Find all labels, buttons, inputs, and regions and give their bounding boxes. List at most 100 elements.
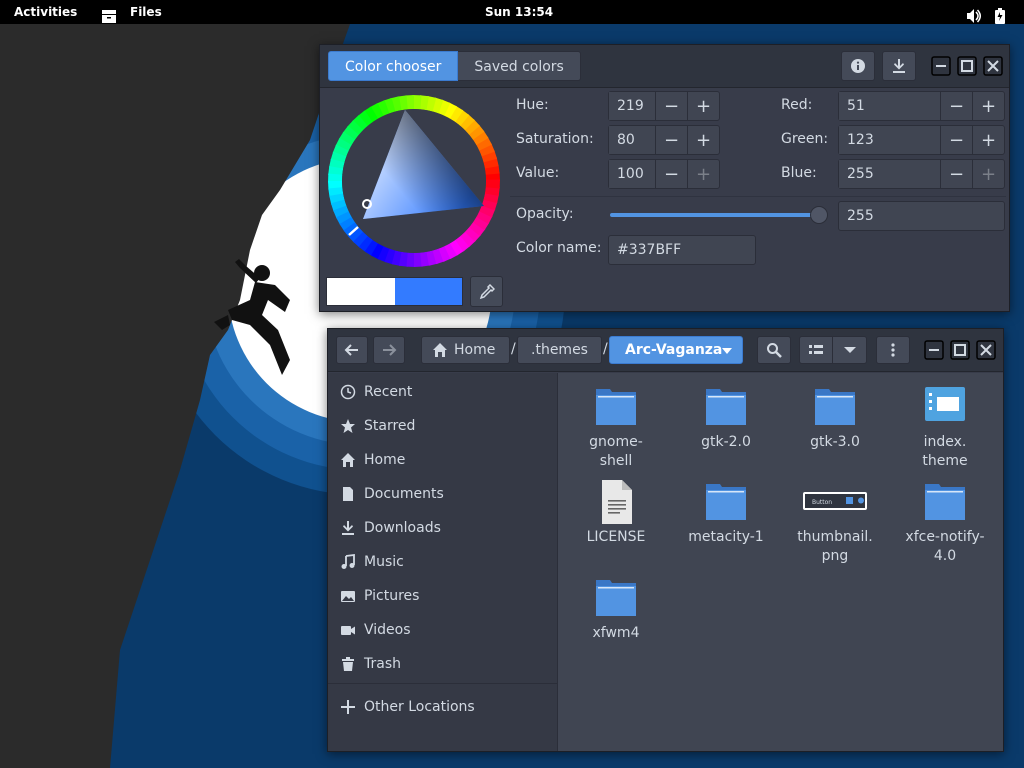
sidebar-item-home[interactable]: Home: [328, 443, 558, 477]
chevron-down-icon: [843, 347, 856, 353]
color-name-entry[interactable]: #337BFF: [608, 235, 756, 265]
breadcrumb-themes[interactable]: .themes: [517, 336, 602, 364]
file-item-metacity-1[interactable]: metacity-1: [678, 478, 774, 547]
info-button[interactable]: [841, 51, 875, 81]
red-value[interactable]: 51: [839, 92, 940, 120]
back-button[interactable]: [336, 336, 368, 364]
saturation-spinbutton[interactable]: 80 − +: [608, 125, 720, 155]
file-item-gtk-3-0[interactable]: gtk-3.0: [787, 383, 883, 452]
hsv-color-wheel[interactable]: [326, 93, 502, 269]
view-options-button[interactable]: [833, 336, 867, 364]
opacity-entry[interactable]: 255: [838, 201, 1005, 231]
blue-increment-button[interactable]: +: [972, 160, 1004, 188]
maximize-button[interactable]: [957, 56, 977, 76]
forward-button[interactable]: [373, 336, 405, 364]
value-increment-button[interactable]: +: [687, 160, 719, 188]
image-thumbnail-icon: Button: [803, 492, 867, 510]
sidebar-item-label: Home: [364, 452, 406, 468]
green-spinbutton[interactable]: 123 − +: [838, 125, 1005, 155]
file-item-xfce-notify-4-0[interactable]: xfce-notify- 4.0: [897, 478, 993, 566]
clock[interactable]: Sun 13:54: [485, 0, 553, 24]
hue-increment-button[interactable]: +: [687, 92, 719, 120]
file-name: gtk-2.0: [701, 434, 751, 450]
file-item-license[interactable]: LICENSE: [568, 478, 664, 547]
hue-decrement-button[interactable]: −: [655, 92, 687, 120]
value-label: Value:: [516, 165, 560, 181]
close-button[interactable]: [976, 340, 996, 360]
list-view-icon: [809, 345, 823, 354]
file-item-xfwm4[interactable]: xfwm4: [568, 574, 664, 643]
red-label: Red:: [781, 97, 813, 113]
green-decrement-button[interactable]: −: [940, 126, 972, 154]
app-menu-files[interactable]: Files: [130, 0, 162, 24]
places-sidebar: Recent Starred Home Documents Downloads …: [328, 373, 558, 751]
value-value[interactable]: 100: [609, 160, 655, 188]
red-increment-button[interactable]: +: [972, 92, 1004, 120]
color-chooser-headerbar: Color chooser Saved colors: [320, 45, 1009, 88]
maximize-button[interactable]: [950, 340, 970, 360]
hue-spinbutton[interactable]: 219 − +: [608, 91, 720, 121]
close-button[interactable]: [983, 56, 1003, 76]
file-item-gnome-shell[interactable]: gnome-shell: [568, 383, 664, 471]
minimize-icon: [931, 56, 951, 76]
minimize-button[interactable]: [924, 340, 944, 360]
red-spinbutton[interactable]: 51 − +: [838, 91, 1005, 121]
activities-button[interactable]: Activities: [14, 0, 77, 24]
video-icon: [341, 626, 355, 635]
file-item-thumbnail-png[interactable]: Button thumbnail. png: [787, 478, 883, 566]
blue-decrement-button[interactable]: −: [940, 160, 972, 188]
battery-icon[interactable]: [994, 4, 1006, 28]
sidebar-item-pictures[interactable]: Pictures: [328, 579, 558, 613]
file-grid: gnome-shell gtk-2.0 gtk-3.0 index. theme …: [558, 373, 1003, 751]
blue-spinbutton[interactable]: 255 − +: [838, 159, 1005, 189]
red-decrement-button[interactable]: −: [940, 92, 972, 120]
sidebar-item-recent[interactable]: Recent: [328, 375, 558, 409]
hue-value[interactable]: 219: [609, 92, 655, 120]
value-decrement-button[interactable]: −: [655, 160, 687, 188]
chevron-down-icon: [722, 348, 732, 354]
saturation-value[interactable]: 80: [609, 126, 655, 154]
tab-saved-colors[interactable]: Saved colors: [458, 51, 581, 81]
opacity-slider[interactable]: [610, 205, 828, 225]
green-label: Green:: [781, 131, 829, 147]
green-increment-button[interactable]: +: [972, 126, 1004, 154]
sidebar-item-label: Starred: [364, 418, 416, 434]
files-window: Home / .themes / Arc-Vaganza Recent Star…: [327, 328, 1004, 752]
picture-icon: [341, 591, 355, 602]
sidebar-item-downloads[interactable]: Downloads: [328, 511, 558, 545]
sidebar-item-trash[interactable]: Trash: [328, 647, 558, 681]
document-icon: [343, 487, 353, 501]
color-chooser-window: Color chooser Saved colors Hue: 219 − + …: [319, 44, 1010, 312]
minimize-button[interactable]: [931, 56, 951, 76]
separator: [510, 196, 1006, 197]
saturation-decrement-button[interactable]: −: [655, 126, 687, 154]
eyedropper-button[interactable]: [470, 276, 503, 307]
tab-color-chooser[interactable]: Color chooser: [328, 51, 459, 81]
text-file-icon: [602, 480, 632, 524]
blue-label: Blue:: [781, 165, 817, 181]
opacity-slider-handle[interactable]: [810, 206, 828, 224]
file-name: LICENSE: [586, 529, 646, 545]
sidebar-item-videos[interactable]: Videos: [328, 613, 558, 647]
green-value[interactable]: 123: [839, 126, 940, 154]
view-toggle-button[interactable]: [799, 336, 833, 364]
breadcrumb-arc-vaganza[interactable]: Arc-Vaganza: [609, 336, 743, 364]
sidebar-item-music[interactable]: Music: [328, 545, 558, 579]
sidebar-item-documents[interactable]: Documents: [328, 477, 558, 511]
file-cabinet-icon[interactable]: [101, 4, 117, 28]
menu-button[interactable]: [876, 336, 910, 364]
file-item-index-theme[interactable]: index. theme: [897, 383, 993, 471]
sidebar-item-starred[interactable]: Starred: [328, 409, 558, 443]
value-spinbutton[interactable]: 100 − +: [608, 159, 720, 189]
search-button[interactable]: [757, 336, 791, 364]
saturation-increment-button[interactable]: +: [687, 126, 719, 154]
volume-icon[interactable]: [966, 4, 982, 28]
blue-value[interactable]: 255: [839, 160, 940, 188]
file-item-gtk-2-0[interactable]: gtk-2.0: [678, 383, 774, 452]
download-icon: [893, 59, 905, 73]
download-button[interactable]: [882, 51, 916, 81]
breadcrumb-home[interactable]: Home: [421, 336, 510, 364]
sidebar-item-label: Trash: [364, 656, 401, 672]
breadcrumb-separator: /: [603, 341, 608, 357]
sidebar-item-other-locations[interactable]: Other Locations: [328, 690, 558, 724]
